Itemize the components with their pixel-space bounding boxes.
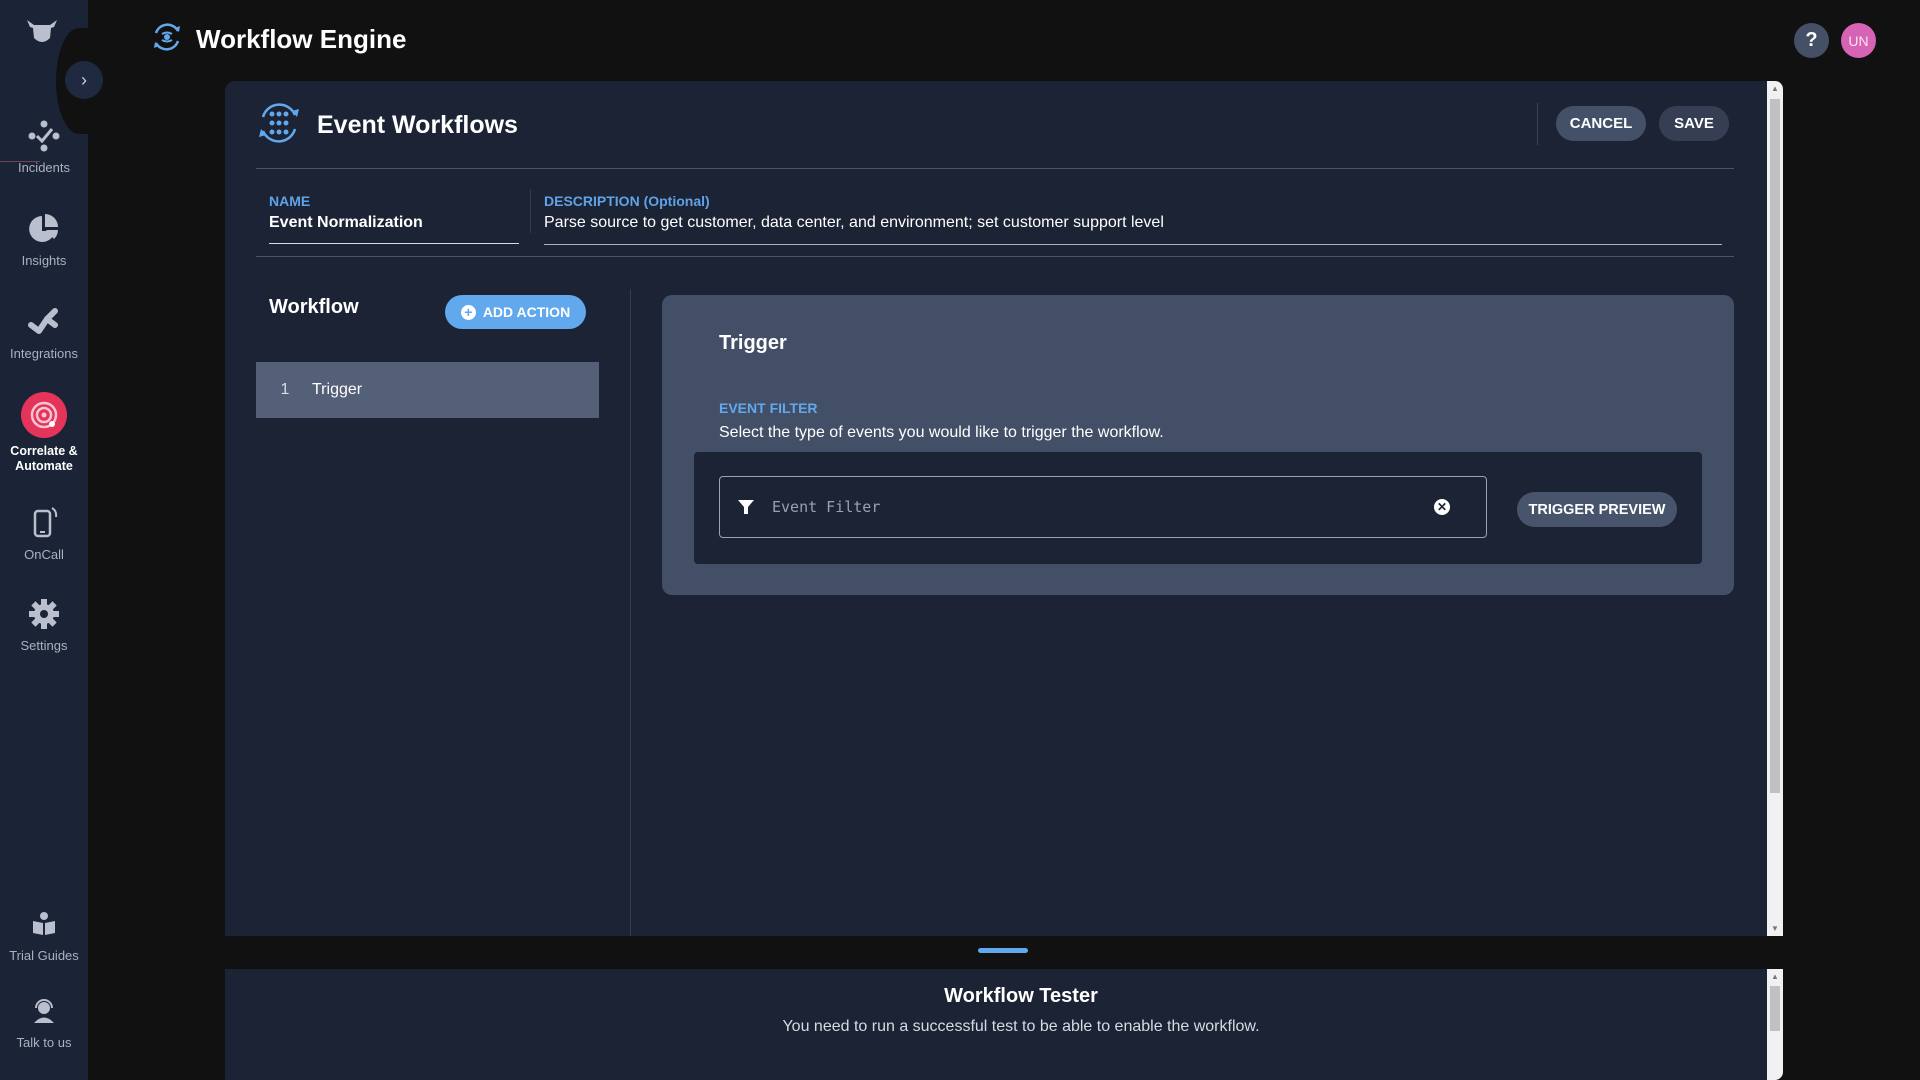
event-filter-placeholder: Event Filter — [772, 498, 881, 516]
incidents-icon — [26, 118, 62, 154]
sidebar-item-label: Settings — [20, 638, 68, 653]
workflow-step-trigger[interactable]: 1 Trigger — [256, 362, 599, 418]
fields-divider-line — [256, 256, 1734, 257]
sidebar: Incidents Insights Integrations Correlat… — [0, 0, 88, 1080]
scrollbar-thumb[interactable] — [1770, 99, 1780, 793]
chevron-right-icon: › — [81, 69, 87, 90]
scroll-up-arrow[interactable]: ▲ — [1767, 972, 1783, 981]
description-underline — [544, 244, 1722, 245]
tester-description: You need to run a successful test to be … — [782, 1018, 1260, 1035]
integrations-icon — [26, 304, 62, 340]
description-label: DESCRIPTION (Optional) — [544, 193, 710, 209]
description-input[interactable] — [544, 214, 1722, 232]
column-divider — [630, 289, 631, 936]
field-divider — [530, 189, 531, 233]
scrollbar-thumb[interactable] — [1770, 986, 1780, 1031]
add-action-label: ADD ACTION — [482, 304, 571, 320]
panel-title: Event Workflows — [317, 111, 518, 139]
radar-target-icon — [21, 392, 67, 438]
mobile-phone-icon — [26, 505, 62, 541]
sidebar-item-label: Insights — [21, 253, 67, 268]
trigger-title: Trigger — [719, 332, 787, 354]
event-filter-description: Select the type of events you would like… — [719, 424, 1164, 441]
cancel-button[interactable]: CANCEL — [1556, 106, 1646, 141]
trigger-preview-button[interactable]: TRIGGER PREVIEW — [1517, 492, 1677, 527]
tester-title: Workflow Tester — [944, 985, 1098, 1007]
sidebar-item-label: Correlate & Automate — [10, 444, 78, 473]
event-filter-label: EVENT FILTER — [719, 400, 818, 416]
sidebar-item-oncall[interactable]: OnCall — [0, 505, 88, 562]
clear-icon[interactable]: ✕ — [1434, 499, 1450, 515]
expand-sidebar-button[interactable]: › — [65, 61, 103, 99]
add-action-button[interactable]: + ADD ACTION — [445, 295, 586, 329]
header-divider — [1537, 103, 1538, 145]
name-label: NAME — [269, 193, 311, 209]
workflow-tester-panel: Workflow Tester You need to run a succes… — [225, 969, 1767, 1080]
sidebar-item-label: Talk to us — [16, 1035, 72, 1050]
workflow-engine-icon — [150, 20, 184, 59]
headset-support-icon — [26, 993, 62, 1029]
question-icon: ? — [1805, 29, 1818, 51]
divider — [0, 161, 40, 162]
sidebar-item-insights[interactable]: Insights — [0, 211, 88, 268]
panel-header: Event Workflows — [255, 99, 518, 152]
sidebar-item-label: Incidents — [17, 160, 71, 175]
sidebar-item-label: Integrations — [10, 346, 78, 361]
plus-circle-icon: + — [460, 304, 476, 320]
resize-handle[interactable] — [978, 948, 1028, 953]
pie-chart-icon — [26, 211, 62, 247]
scroll-down-arrow[interactable]: ▼ — [1767, 924, 1783, 933]
sidebar-item-label: OnCall — [24, 547, 64, 562]
workflow-title: Workflow — [269, 296, 359, 318]
filter-funnel-icon — [737, 498, 755, 516]
name-underline — [269, 243, 519, 244]
event-workflow-editor: Event Workflows CANCEL SAVE NAME DESCRIP… — [225, 81, 1767, 936]
name-input[interactable] — [269, 214, 519, 232]
user-avatar[interactable]: UN — [1841, 23, 1876, 58]
app-title: Workflow Engine — [196, 24, 407, 54]
sidebar-item-label: Trial Guides — [9, 948, 79, 963]
sidebar-item-integrations[interactable]: Integrations — [0, 304, 88, 361]
trigger-card: Trigger EVENT FILTER Select the type of … — [662, 295, 1734, 595]
bull-logo-icon[interactable] — [24, 16, 60, 48]
step-name: Trigger — [312, 381, 363, 398]
main-scrollbar[interactable]: ▲ ▼ — [1767, 81, 1783, 936]
sidebar-item-correlate-automate[interactable]: Correlate & Automate — [0, 392, 88, 474]
help-button[interactable]: ? — [1794, 23, 1829, 58]
gear-icon — [26, 596, 62, 632]
event-workflows-icon — [255, 99, 303, 152]
sidebar-item-settings[interactable]: Settings — [0, 596, 88, 653]
scroll-up-arrow[interactable]: ▲ — [1767, 84, 1783, 93]
sidebar-item-talk-to-us[interactable]: Talk to us — [0, 993, 88, 1050]
event-filter-container: Event Filter ✕ TRIGGER PREVIEW — [694, 452, 1702, 564]
event-filter-input[interactable]: Event Filter ✕ — [719, 476, 1487, 538]
save-button[interactable]: SAVE — [1659, 106, 1729, 141]
tester-scrollbar[interactable]: ▲ — [1767, 969, 1783, 1080]
sidebar-item-trial-guides[interactable]: Trial Guides — [0, 906, 88, 963]
reading-book-icon — [26, 906, 62, 942]
app-header: Workflow Engine — [150, 20, 406, 59]
header-divider-line — [256, 168, 1734, 169]
